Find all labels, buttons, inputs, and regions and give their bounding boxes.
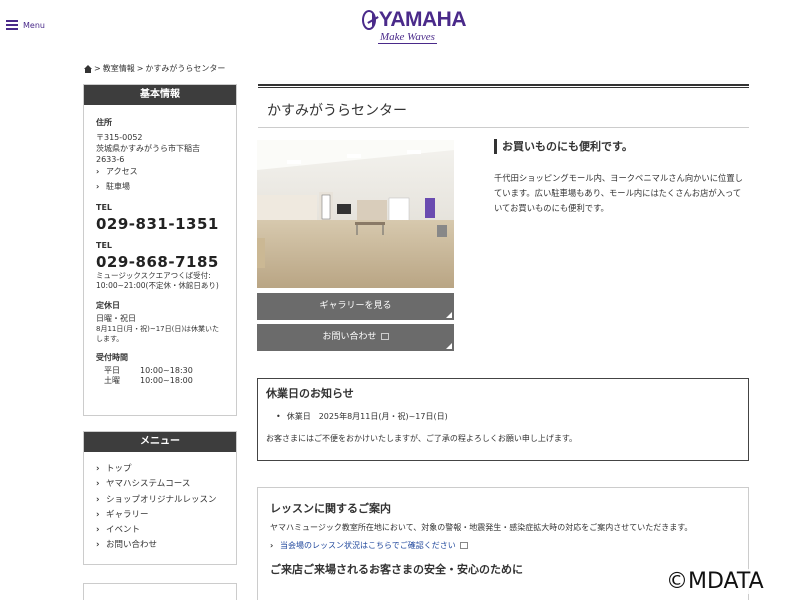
chevron-right-icon: › (96, 509, 100, 520)
address-label: 住所 (96, 118, 112, 127)
chevron-right-icon: › (96, 167, 100, 176)
access-link[interactable]: › アクセス (96, 166, 224, 177)
closure-text: お客さまにはご不便をおかけいたしますが、ご了承の程よろしくお願い申し上げます。 (266, 434, 578, 443)
closed-note: 8月11日(月・祝)~17日(日)は休業いたします。 (96, 325, 220, 343)
chevron-right-icon: › (96, 182, 100, 191)
menu-box-title: メニュー (84, 432, 236, 452)
lesson-text: ヤマハミュージック教室所在地において、対象の警報・地震発生・感染症拡大時の対応を… (270, 523, 693, 532)
chevron-right-icon: › (270, 541, 274, 550)
tel2-number[interactable]: 029-868-7185 (96, 253, 224, 271)
hours-row: 平日 10:00~18:30 (104, 366, 213, 376)
info-box-title: 基本情報 (84, 85, 236, 105)
classroom-photo-image (257, 140, 454, 288)
menu-item-event[interactable]: › イベント (96, 523, 224, 538)
hours-time: 10:00~18:30 (140, 366, 193, 375)
breadcrumb-item-classroom[interactable]: 教室情報 (103, 63, 135, 74)
hours-row: 土曜 10:00~18:00 (104, 376, 213, 386)
feature-text: 千代田ショッピングモール内、ヨークベニマルさん向かいに位置しています。広い駐車場… (494, 173, 743, 213)
breadcrumb-separator: > (136, 64, 144, 73)
tel2-note: ミュージックスクエアつくば受付: 10:00~21:00(不定休・休館日あり) (96, 271, 219, 290)
sidebar-box-partial (83, 583, 237, 600)
external-link-icon (380, 333, 389, 340)
menu-item-top[interactable]: › トップ (96, 462, 224, 477)
menu-item-original-lesson[interactable]: › ショップオリジナルレッスン (96, 493, 224, 508)
tel1-number[interactable]: 029-831-1351 (96, 215, 224, 233)
hamburger-icon (6, 20, 18, 30)
lesson-title: レッスンに関するご案内 (270, 502, 391, 515)
chevron-right-icon: › (96, 540, 100, 551)
contact-button[interactable]: お問い合わせ (257, 324, 454, 351)
menu-item-system-course[interactable]: › ヤマハシステムコース (96, 477, 224, 492)
breadcrumb-separator: > (94, 64, 101, 73)
address-line: 〒315-0052 (96, 133, 143, 142)
menu-button[interactable]: Menu (6, 20, 45, 30)
chevron-right-icon: › (96, 479, 100, 490)
classroom-photo (257, 140, 454, 288)
closed-days: 日曜・祝日 (96, 314, 136, 323)
closure-item: 休業日 2025年8月11日(月・祝)~17日(日) (287, 411, 740, 422)
hours-label: 受付時間 (96, 353, 128, 362)
feature-heading: お買いものにも便利です。 (494, 139, 633, 154)
hours-day: 平日 (104, 366, 120, 375)
watermark: ©MDATA (664, 569, 766, 594)
closed-days-label: 定休日 (96, 301, 120, 310)
logo-tagline: Make Waves (378, 31, 437, 44)
hours-table: 平日 10:00~18:30 土曜 10:00~18:00 (104, 366, 213, 386)
logo-text: YAMAHA (378, 8, 467, 31)
page-title: かすみがうらセンター (267, 103, 407, 119)
yamaha-logo[interactable]: YAMAHA Make Waves (362, 8, 467, 50)
hours-time: 10:00~18:00 (140, 376, 193, 385)
title-top-rule (258, 84, 749, 88)
address-line: 2633-6 (96, 155, 125, 164)
chevron-right-icon: › (96, 464, 100, 474)
closure-title: 休業日のお知らせ (266, 387, 354, 400)
lesson-status-link[interactable]: › 当会場のレッスン状況はこちらでご確認ください (270, 540, 736, 551)
menu-box: メニュー › トップ › ヤマハシステムコース › ショップオリジナルレッスン › ギャ… (83, 431, 237, 565)
tel2-label: TEL (96, 241, 113, 250)
parking-link[interactable]: › 駐車場 (96, 181, 224, 192)
gallery-button[interactable]: ギャラリーを見る (257, 293, 454, 320)
chevron-right-icon: › (96, 525, 100, 536)
tel1-label: TEL (96, 203, 113, 212)
external-link-icon (459, 542, 468, 549)
info-box: 基本情報 住所 〒315-0052 茨城県かすみがうら市下稲吉 2633-6 ›… (83, 84, 237, 416)
home-icon[interactable] (84, 64, 92, 73)
hours-day: 土曜 (104, 376, 120, 385)
title-bottom-rule (258, 127, 749, 128)
yamaha-tuning-fork-icon (362, 10, 376, 30)
address-line: 茨城県かすみがうら市下稲吉 (96, 144, 200, 153)
breadcrumb: > 教室情報 > かすみがうらセンター (84, 63, 225, 74)
menu-item-gallery[interactable]: › ギャラリー (96, 508, 224, 523)
chevron-right-icon: › (96, 494, 100, 505)
menu-item-contact[interactable]: › お問い合わせ (96, 538, 224, 553)
menu-label: Menu (23, 20, 45, 30)
closure-notice: 休業日のお知らせ 休業日 2025年8月11日(月・祝)~17日(日) お客さま… (257, 378, 749, 461)
breadcrumb-item-current: かすみがうらセンター (145, 64, 226, 73)
